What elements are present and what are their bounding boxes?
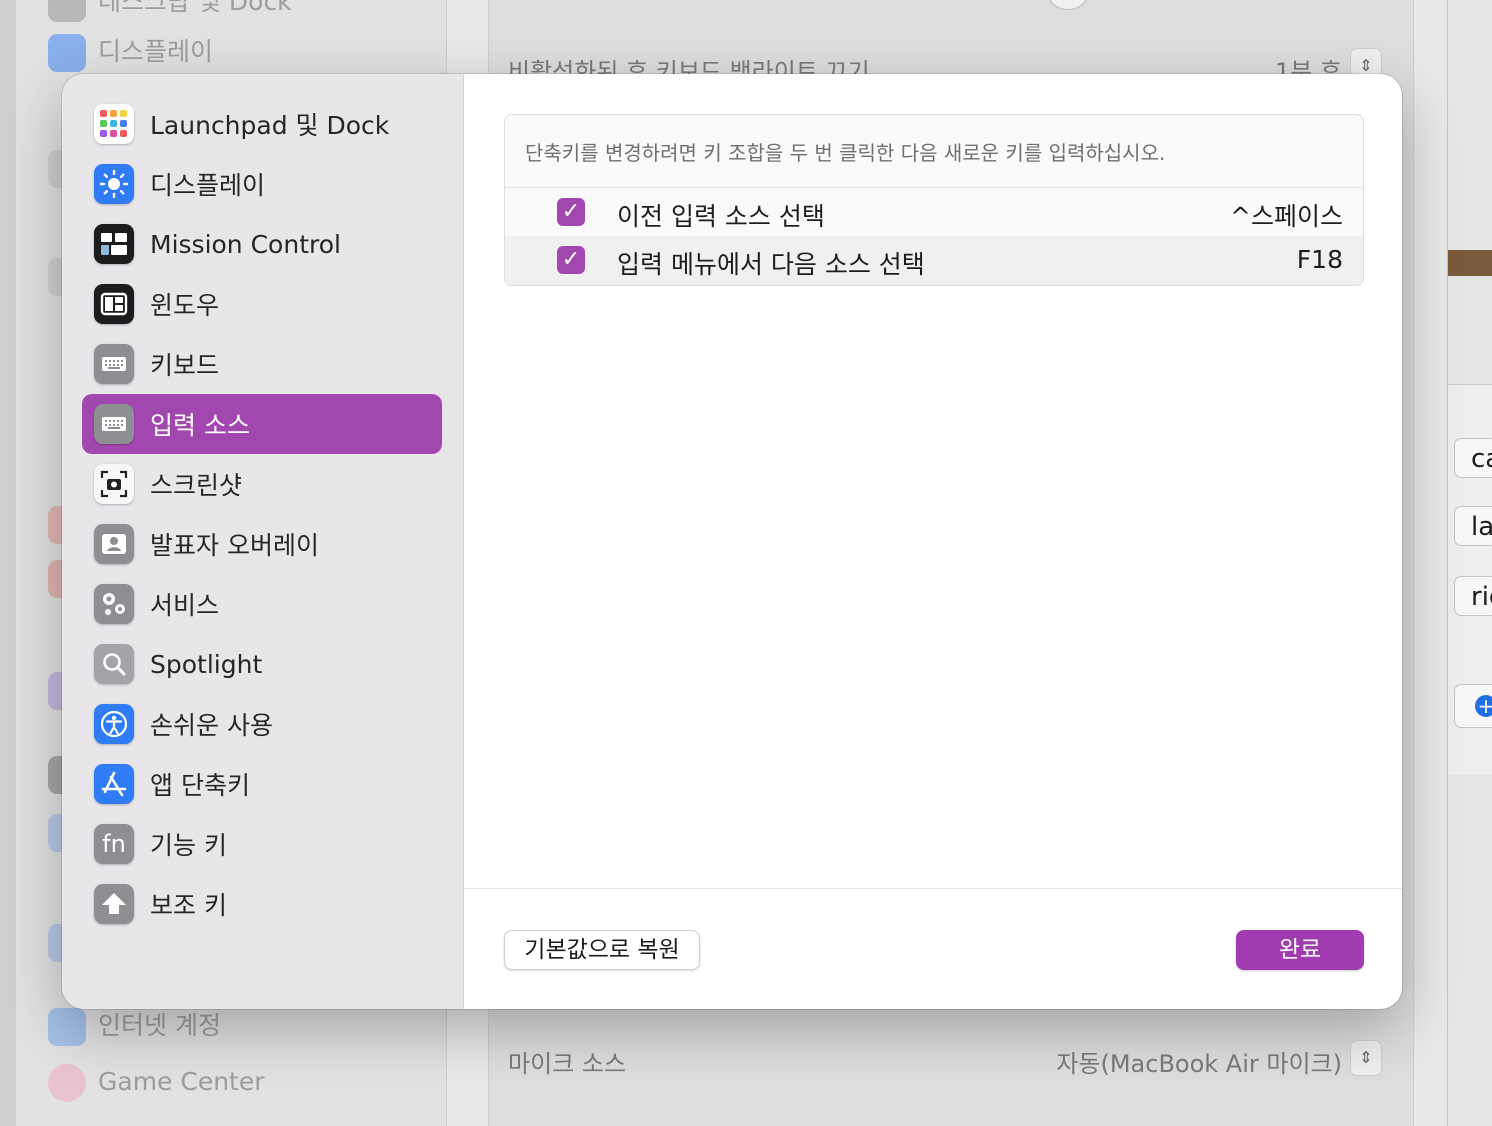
sidebar-item-label: 윈도우 bbox=[150, 291, 220, 320]
game-center-icon bbox=[48, 1064, 86, 1102]
sidebar-item-label: 디스플레이 bbox=[150, 171, 266, 200]
spotlight-icon bbox=[94, 644, 134, 684]
sidebar-item-label: 손쉬운 사용 bbox=[150, 711, 273, 740]
shortcut-name: 입력 메뉴에서 다음 소스 선택 bbox=[617, 250, 925, 279]
services-icon bbox=[94, 584, 134, 624]
shortcuts-sidebar: Launchpad 및 Dock 디스플레이 Mission Control 윈… bbox=[62, 74, 464, 1009]
keyboard-shortcuts-dialog: Launchpad 및 Dock 디스플레이 Mission Control 윈… bbox=[62, 74, 1402, 1009]
at-icon bbox=[48, 1008, 86, 1046]
sidebar-item-label: Spotlight bbox=[150, 649, 263, 679]
background-row: 마이크 소스 자동(MacBook Air 마이크) ⇕ bbox=[508, 1040, 1388, 1079]
sidebar-item-label: 서비스 bbox=[150, 591, 220, 620]
background-sidebar-item: 디스플레이 bbox=[48, 32, 213, 72]
sidebar-item-accessibility[interactable]: 손쉬운 사용 bbox=[82, 694, 442, 754]
restore-defaults-button[interactable]: 기본값으로 복원 bbox=[504, 930, 700, 970]
sidebar-item-function-keys[interactable]: fn 기능 키 bbox=[82, 814, 442, 874]
background-sidebar-item: 데스크탑 및 Dock bbox=[48, 0, 292, 22]
display-icon bbox=[94, 164, 134, 204]
sidebar-item-app-shortcuts[interactable]: 앱 단축키 bbox=[82, 754, 442, 814]
sidebar-item-presenter-overlay[interactable]: 발표자 오버레이 bbox=[82, 514, 442, 574]
shortcut-name: 이전 입력 소스 선택 bbox=[617, 202, 825, 231]
footer-divider bbox=[464, 888, 1402, 889]
accessibility-icon bbox=[94, 704, 134, 744]
sidebar-item-label: 기능 키 bbox=[150, 831, 227, 860]
input-source-icon bbox=[94, 404, 134, 444]
background-sidebar-item: Game Center bbox=[48, 1064, 265, 1104]
shortcut-row[interactable]: ✓ 입력 메뉴에서 다음 소스 선택 F18 bbox=[505, 236, 1363, 285]
sidebar-item-label: 입력 소스 bbox=[150, 411, 250, 440]
sidebar-item-mission-control[interactable]: Mission Control bbox=[82, 214, 442, 274]
background-image-strip bbox=[1448, 250, 1492, 276]
help-text: 단축키를 변경하려면 키 조합을 두 번 클릭한 다음 새로운 키를 입력하십시… bbox=[525, 141, 1166, 165]
mission-control-icon bbox=[94, 224, 134, 264]
shortcut-enabled-checkbox[interactable]: ✓ bbox=[557, 198, 585, 226]
sidebar-item-input-sources[interactable]: 입력 소스 bbox=[82, 394, 442, 454]
sidebar-item-label: 앱 단축키 bbox=[150, 771, 250, 800]
sidebar-item-spotlight[interactable]: Spotlight bbox=[82, 634, 442, 694]
shortcut-row[interactable]: ✓ 이전 입력 소스 선택 ^스페이스 bbox=[505, 187, 1363, 237]
background-pill: la bbox=[1454, 506, 1492, 546]
shortcuts-list: 단축키를 변경하려면 키 조합을 두 번 클릭한 다음 새로운 키를 입력하십시… bbox=[504, 114, 1364, 286]
shortcuts-main: 단축키를 변경하려면 키 조합을 두 번 클릭한 다음 새로운 키를 입력하십시… bbox=[464, 74, 1402, 1009]
sidebar-item-launchpad-dock[interactable]: Launchpad 및 Dock bbox=[82, 94, 442, 154]
modifier-keys-icon bbox=[94, 884, 134, 924]
background-left-strip bbox=[0, 0, 17, 1126]
shortcut-key-combo[interactable]: F18 bbox=[1297, 245, 1343, 274]
sidebar-item-label: Mission Control bbox=[150, 229, 341, 259]
sidebar-item-label: 보조 키 bbox=[150, 891, 227, 920]
background-pill: ca bbox=[1454, 438, 1492, 478]
background-sidebar-item: 인터넷 계정 bbox=[48, 1006, 221, 1046]
sidebar-item-windows[interactable]: 윈도우 bbox=[82, 274, 442, 334]
display-icon bbox=[48, 34, 86, 72]
presenter-overlay-icon bbox=[94, 524, 134, 564]
done-button[interactable]: 완료 bbox=[1236, 930, 1364, 970]
sidebar-item-screenshots[interactable]: 스크린샷 bbox=[82, 454, 442, 514]
sidebar-item-label: 발표자 오버레이 bbox=[150, 531, 319, 560]
dock-icon bbox=[48, 0, 86, 22]
sidebar-item-label: 키보드 bbox=[150, 351, 220, 380]
window-icon bbox=[94, 284, 134, 324]
sidebar-item-label: Launchpad 및 Dock bbox=[150, 111, 390, 140]
function-keys-icon: fn bbox=[94, 824, 134, 864]
keyboard-icon bbox=[94, 344, 134, 384]
stepper-icon: ⇕ bbox=[1350, 1040, 1382, 1076]
background-right-window: ca la rig + bbox=[1448, 0, 1492, 1126]
plus-icon: + bbox=[1475, 695, 1492, 717]
sidebar-item-display[interactable]: 디스플레이 bbox=[82, 154, 442, 214]
app-shortcuts-icon bbox=[94, 764, 134, 804]
background-pill: rig bbox=[1454, 576, 1492, 616]
screenshot-icon bbox=[94, 464, 134, 504]
background-add-button: + bbox=[1454, 684, 1492, 728]
shortcut-key-combo[interactable]: ^스페이스 bbox=[1230, 197, 1343, 233]
sidebar-item-label: 스크린샷 bbox=[150, 471, 243, 500]
shortcut-enabled-checkbox[interactable]: ✓ bbox=[557, 246, 585, 274]
sidebar-item-keyboard[interactable]: 키보드 bbox=[82, 334, 442, 394]
sidebar-item-modifier-keys[interactable]: 보조 키 bbox=[82, 874, 442, 934]
sidebar-item-services[interactable]: 서비스 bbox=[82, 574, 442, 634]
launchpad-icon bbox=[94, 104, 134, 144]
